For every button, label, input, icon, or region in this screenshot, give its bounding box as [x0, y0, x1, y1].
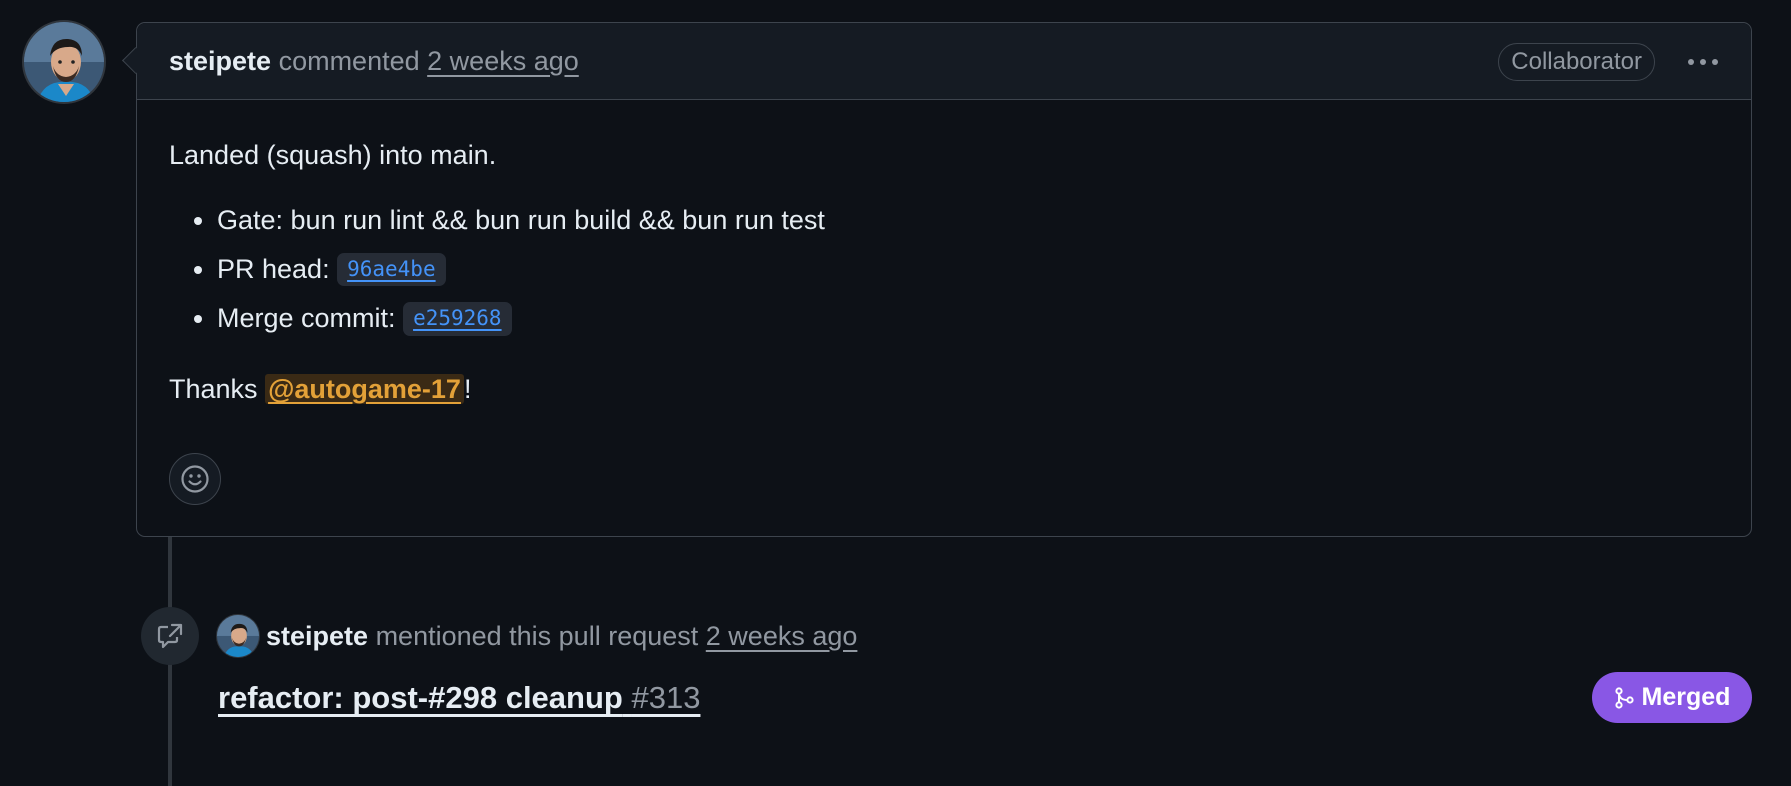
list-item-text: Merge commit:: [217, 303, 396, 334]
comment-body: Landed (squash) into main. Gate: bun run…: [137, 100, 1751, 407]
collaborator-badge: Collaborator: [1498, 43, 1655, 81]
pr-title-link[interactable]: refactor: post-#298 cleanup #313: [218, 680, 700, 715]
list-item: Gate: bun run lint && bun run build && b…: [217, 203, 1719, 238]
thanks-text: Thanks: [169, 374, 258, 405]
event-action: mentioned this pull request: [375, 621, 699, 651]
event-timestamp[interactable]: 2 weeks ago: [706, 621, 858, 651]
event-author-avatar[interactable]: [216, 614, 260, 658]
merged-status-badge: Merged: [1592, 672, 1752, 723]
comment-intro: Landed (squash) into main.: [169, 140, 497, 170]
comment-author[interactable]: steipete: [169, 46, 271, 77]
thanks-suffix: !: [463, 374, 472, 405]
git-merge-icon: [1614, 686, 1634, 709]
list-item: PR head: 96ae4be: [217, 252, 1719, 287]
comment-card: steipete commented 2 weeks ago Collabora…: [136, 22, 1752, 537]
pr-title-text: refactor: post-#298 cleanup: [218, 680, 623, 715]
author-avatar[interactable]: [22, 20, 106, 104]
comment-action: commented: [278, 45, 420, 76]
comment-timestamp[interactable]: 2 weeks ago: [427, 46, 579, 77]
commit-link[interactable]: e259268: [403, 302, 512, 336]
cross-reference-icon: [157, 623, 183, 649]
smiley-icon: [181, 465, 209, 493]
thanks-line: Thanks @autogame-17!: [169, 372, 1719, 407]
event-description: steipete mentioned this pull request 2 w…: [266, 616, 857, 656]
comment-list: Gate: bun run lint && bun run build && b…: [217, 203, 1719, 336]
referenced-pr[interactable]: refactor: post-#298 cleanup #313: [218, 676, 700, 720]
user-mention[interactable]: @autogame-17: [265, 374, 464, 405]
list-item-text: PR head:: [217, 254, 330, 285]
event-author[interactable]: steipete: [266, 621, 368, 651]
cross-reference-badge: [141, 607, 199, 665]
kebab-horizontal-icon[interactable]: [1681, 47, 1725, 77]
add-reaction-button[interactable]: [169, 453, 221, 505]
pr-number: #313: [631, 680, 701, 715]
list-item: Merge commit: e259268: [217, 301, 1719, 336]
list-item-text: Gate: bun run lint && bun run build && b…: [217, 205, 825, 236]
avatar-image: [217, 615, 259, 657]
avatar-image: [24, 22, 104, 102]
merged-status-label: Merged: [1641, 683, 1731, 711]
commit-link[interactable]: 96ae4be: [337, 253, 446, 287]
comment-header: steipete commented 2 weeks ago Collabora…: [137, 23, 1751, 100]
